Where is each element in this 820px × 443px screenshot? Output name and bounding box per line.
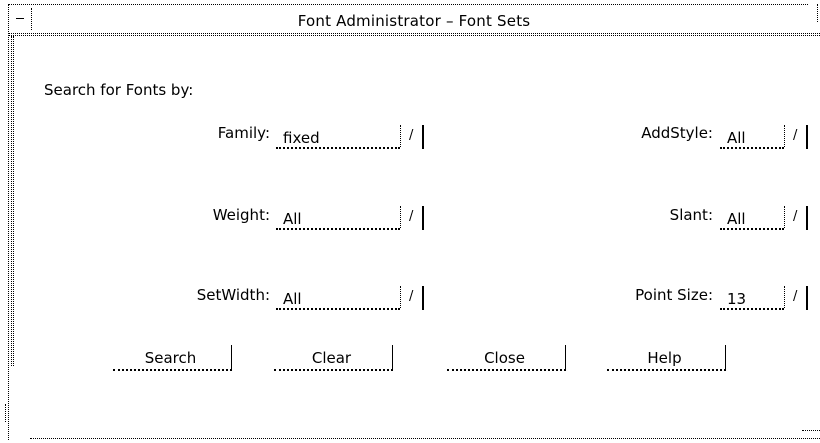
clear-button[interactable]: Clear: [274, 345, 393, 371]
window-left-inner-border-2: [13, 36, 14, 366]
window-top-border: [8, 4, 808, 5]
setwidth-label: SetWidth:: [196, 286, 270, 304]
search-heading: Search for Fonts by:: [44, 81, 194, 99]
weight-label: Weight:: [212, 206, 270, 224]
help-button-edge: [725, 345, 726, 371]
addstyle-choice[interactable]: All /: [720, 125, 810, 149]
family-separator: [400, 125, 401, 147]
weight-edge: [422, 206, 424, 230]
window-left-border: [8, 4, 9, 440]
weight-value: All: [283, 210, 302, 228]
family-underline: [276, 147, 400, 149]
clear-button-label: Clear: [311, 349, 352, 367]
pointsize-edge: [806, 286, 808, 310]
search-button-edge: [231, 345, 232, 371]
close-button-underline: [447, 369, 566, 371]
addstyle-dropdown-icon[interactable]: /: [793, 128, 797, 143]
window-bottom-border: [30, 438, 820, 439]
pointsize-value: 13: [727, 290, 747, 308]
addstyle-edge: [806, 125, 808, 149]
close-button-edge: [565, 345, 566, 371]
addstyle-label: AddStyle:: [641, 124, 713, 142]
setwidth-value: All: [283, 290, 302, 308]
slant-separator: [784, 206, 785, 228]
slant-edge: [806, 206, 808, 230]
slant-label: Slant:: [669, 206, 713, 224]
help-button-underline: [607, 369, 726, 371]
close-button[interactable]: Close: [447, 345, 566, 371]
addstyle-separator: [784, 125, 785, 147]
clear-button-underline: [274, 369, 393, 371]
weight-choice[interactable]: All /: [276, 206, 426, 230]
search-button-label: Search: [144, 349, 197, 367]
slant-underline: [720, 228, 784, 230]
family-value: fixed: [283, 129, 320, 147]
setwidth-edge: [422, 286, 424, 310]
window-title: Font Administrator – Font Sets: [297, 12, 531, 30]
family-edge: [422, 125, 424, 149]
pointsize-separator: [784, 286, 785, 308]
family-label: Family:: [217, 124, 270, 142]
window-menu-button[interactable]: [9, 8, 32, 30]
family-choice[interactable]: fixed /: [276, 125, 426, 149]
weight-separator: [400, 206, 401, 228]
titlebar-bottom-border-2: [8, 35, 820, 36]
family-dropdown-icon[interactable]: /: [409, 128, 413, 143]
titlebar[interactable]: Font Administrator – Font Sets: [8, 6, 820, 34]
help-button[interactable]: Help: [607, 345, 726, 371]
slant-choice[interactable]: All /: [720, 206, 810, 230]
search-button[interactable]: Search: [113, 345, 232, 371]
pointsize-underline: [720, 308, 784, 310]
setwidth-choice[interactable]: All /: [276, 286, 426, 310]
slant-value: All: [727, 210, 746, 228]
resize-corner-bl[interactable]: [5, 404, 6, 422]
addstyle-value: All: [727, 129, 746, 147]
menu-button-edge: [31, 8, 32, 30]
window-left-inner-border: [11, 36, 12, 366]
pointsize-dropdown-icon[interactable]: /: [793, 289, 797, 304]
setwidth-separator: [400, 286, 401, 308]
weight-underline: [276, 228, 400, 230]
close-button-label: Close: [484, 349, 525, 367]
addstyle-underline: [720, 147, 784, 149]
help-button-label: Help: [647, 349, 682, 367]
resize-corner-br[interactable]: [802, 430, 820, 431]
slant-dropdown-icon[interactable]: /: [793, 209, 797, 224]
setwidth-dropdown-icon[interactable]: /: [409, 289, 413, 304]
font-sets-window: Font Administrator – Font Sets Search fo…: [0, 0, 820, 443]
setwidth-underline: [276, 308, 400, 310]
search-button-underline: [113, 369, 232, 371]
weight-dropdown-icon[interactable]: /: [409, 209, 413, 224]
pointsize-choice[interactable]: 13 /: [720, 286, 810, 310]
window-menu-icon: [16, 18, 24, 19]
clear-button-edge: [392, 345, 393, 371]
pointsize-label: Point Size:: [635, 286, 713, 304]
